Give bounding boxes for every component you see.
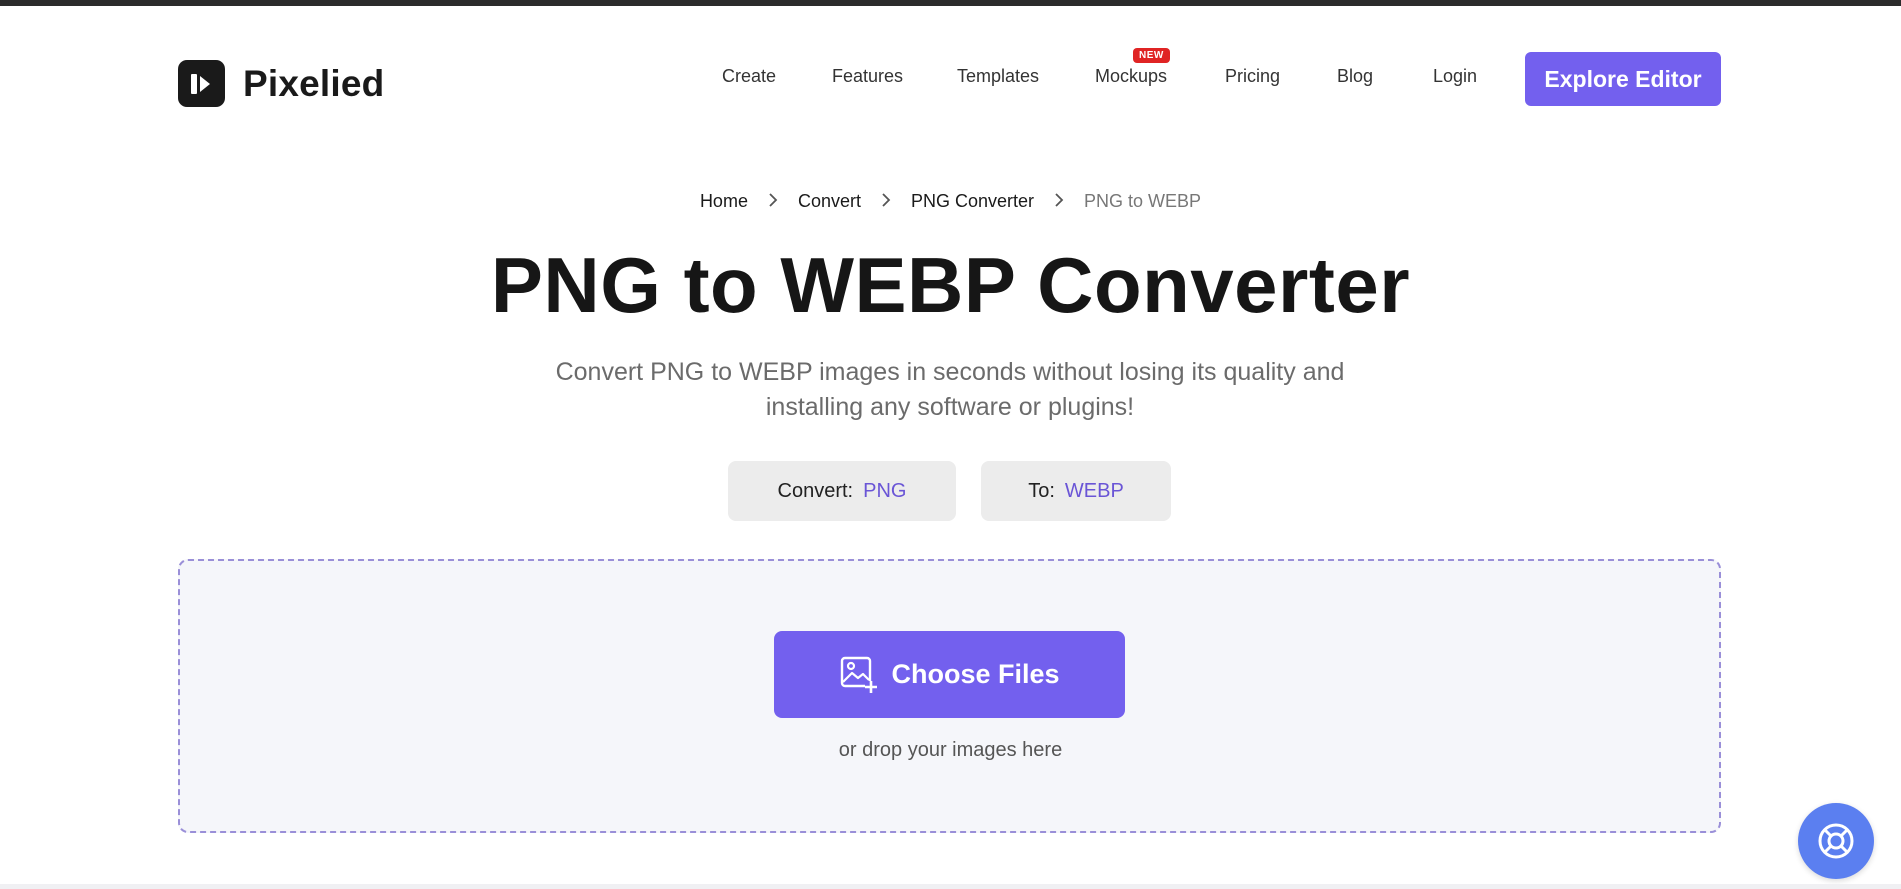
to-format-label: To: (1028, 479, 1055, 502)
nav-blog[interactable]: Blog (1337, 66, 1373, 87)
choose-files-button[interactable]: Choose Files (774, 631, 1125, 718)
choose-files-label: Choose Files (891, 659, 1060, 689)
from-format-label: Convert: (777, 479, 854, 502)
format-selector: Convert: PNG To: WEBP (0, 461, 1901, 521)
nav-features[interactable]: Features (832, 66, 903, 87)
page-subtitle: Convert PNG to WEBP images in seconds wi… (555, 358, 1345, 421)
nav-pricing[interactable]: Pricing (1225, 66, 1280, 87)
help-button[interactable] (1798, 803, 1874, 879)
nav-mockups[interactable]: Mockups (1095, 66, 1167, 87)
page-title: PNG to WEBP Converter (490, 241, 1411, 329)
section-divider (0, 884, 1901, 889)
to-format-select[interactable]: To: WEBP (981, 461, 1171, 521)
to-format-value: WEBP (1064, 479, 1124, 502)
chevron-right-icon (881, 191, 891, 212)
add-image-icon (841, 656, 878, 693)
nav-create[interactable]: Create (722, 66, 776, 87)
breadcrumb: Home Convert PNG Converter PNG to WEBP (0, 191, 1901, 212)
chevron-right-icon (768, 191, 778, 212)
breadcrumb-current: PNG to WEBP (1084, 191, 1202, 211)
nav-login[interactable]: Login (1433, 66, 1477, 87)
drop-hint: or drop your images here (838, 739, 1063, 761)
breadcrumb-home[interactable]: Home (700, 191, 748, 212)
from-format-value: PNG (863, 479, 907, 502)
lifebuoy-icon (1818, 823, 1854, 859)
breadcrumb-convert[interactable]: Convert (798, 191, 861, 212)
nav-templates[interactable]: Templates (957, 66, 1039, 87)
new-badge: NEW (1133, 48, 1170, 63)
breadcrumb-png-converter[interactable]: PNG Converter (911, 191, 1034, 212)
from-format-select[interactable]: Convert: PNG (728, 461, 956, 521)
explore-editor-button[interactable]: Explore Editor (1525, 52, 1721, 106)
chevron-right-icon (1054, 191, 1064, 212)
